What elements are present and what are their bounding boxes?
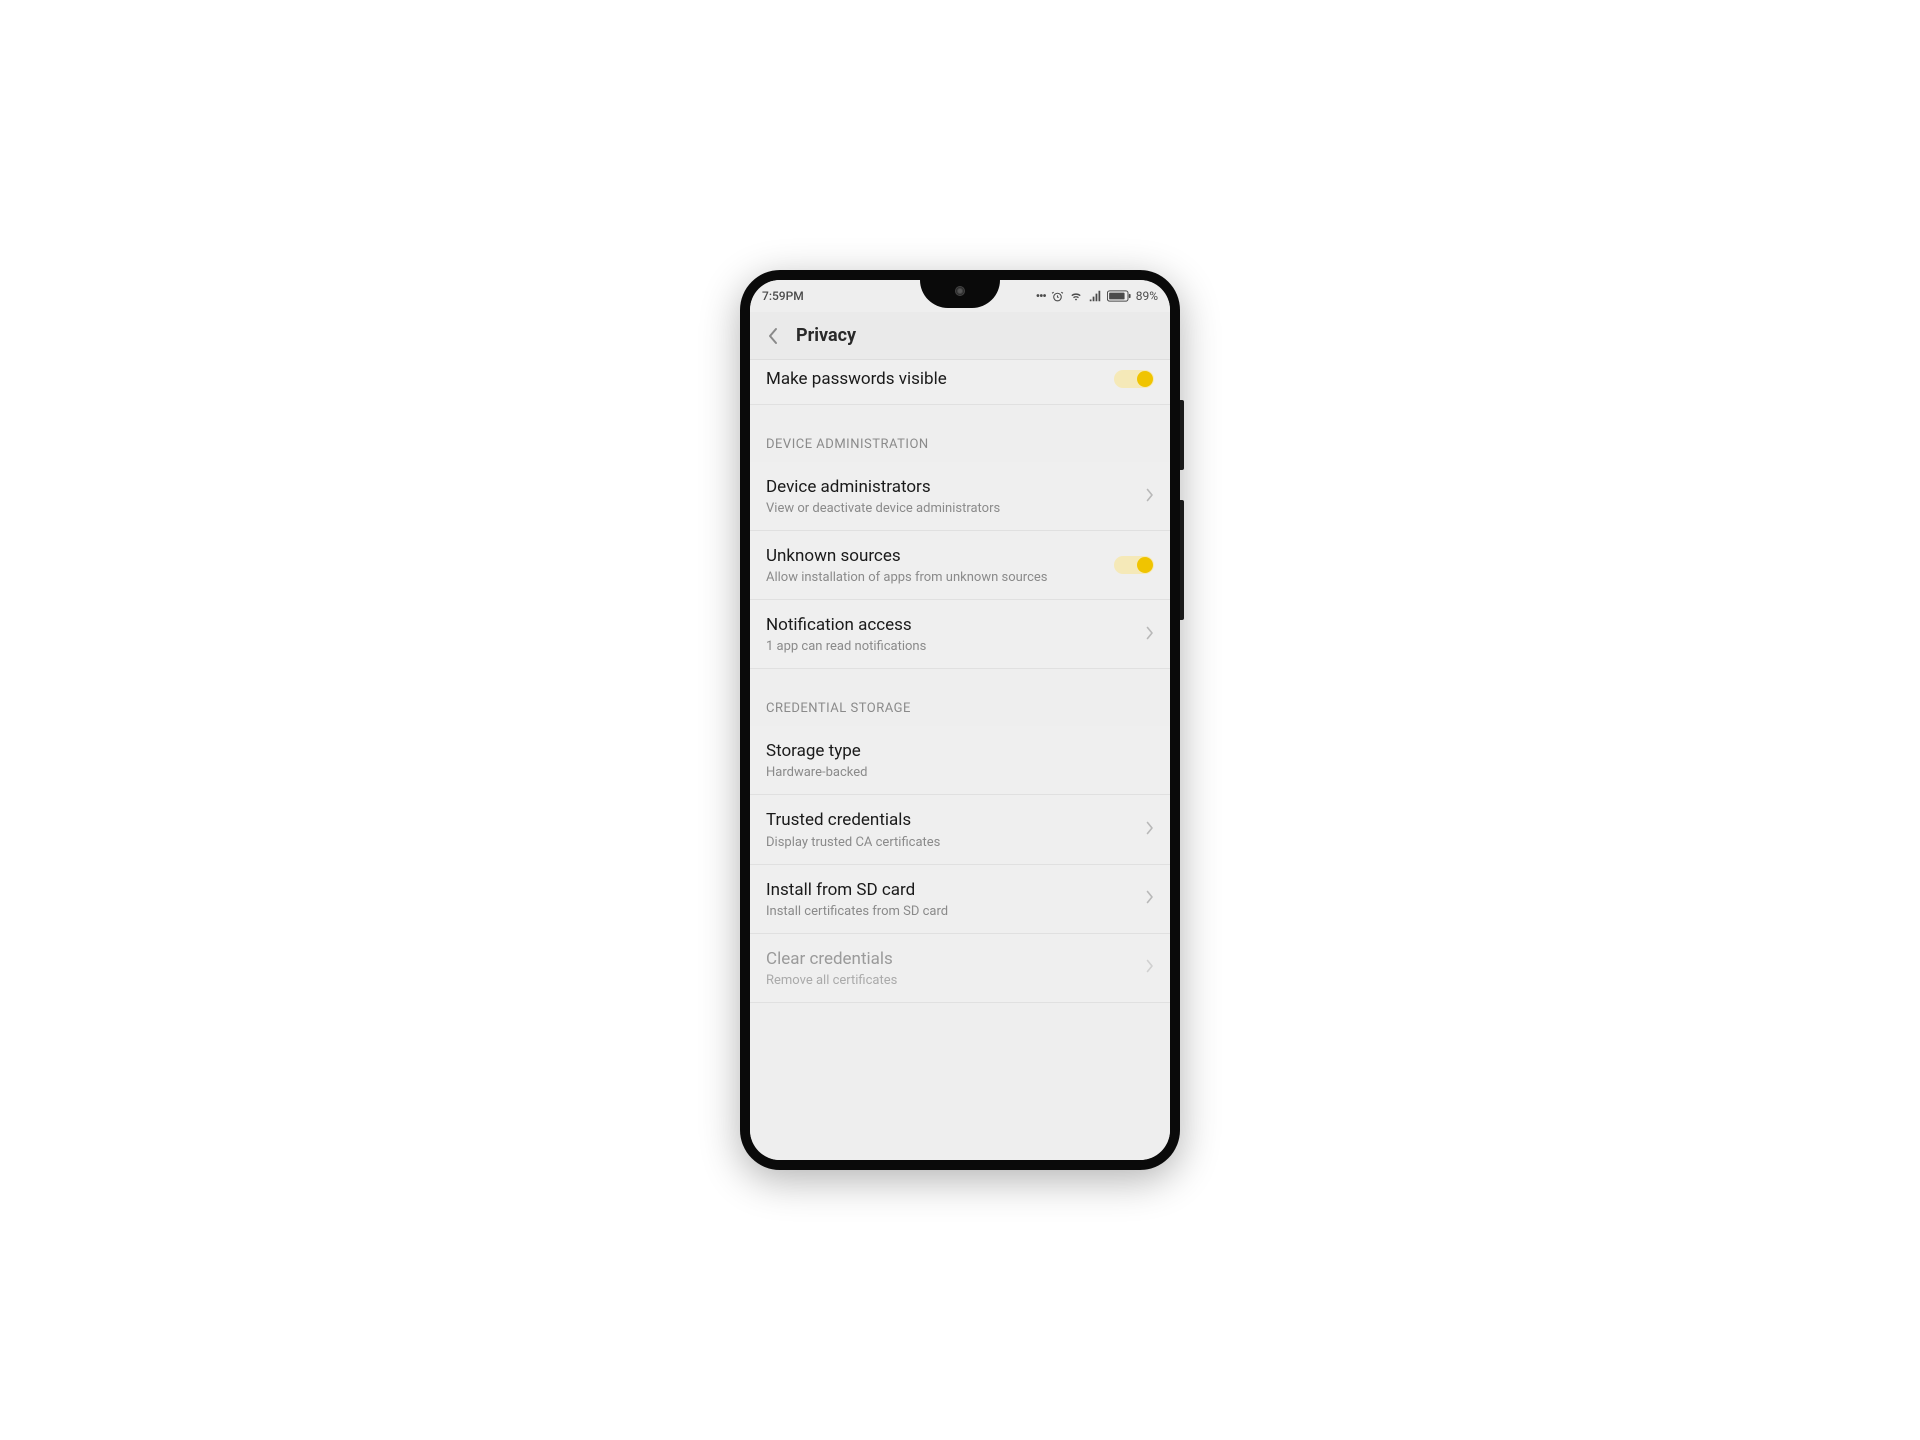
list-item-text: Trusted credentials Display trusted CA c…: [766, 809, 1138, 849]
alarm-icon: [1051, 290, 1064, 303]
chevron-right-icon: [1146, 487, 1154, 506]
item-title: Install from SD card: [766, 879, 1138, 901]
item-subtitle: Install certificates from SD card: [766, 904, 1138, 919]
list-item-text: Make passwords visible: [766, 368, 1114, 390]
trusted-credentials-item[interactable]: Trusted credentials Display trusted CA c…: [750, 795, 1170, 864]
item-title: Trusted credentials: [766, 809, 1138, 831]
item-title: Make passwords visible: [766, 368, 1114, 390]
toggle-knob: [1137, 557, 1153, 573]
screen: 7:59PM ••• 89%: [750, 280, 1170, 1160]
unknown-sources-item[interactable]: Unknown sources Allow installation of ap…: [750, 531, 1170, 600]
list-item-text: Device administrators View or deactivate…: [766, 476, 1138, 516]
chevron-left-icon: [767, 327, 778, 345]
chevron-right-icon: [1146, 820, 1154, 839]
item-subtitle: Remove all certificates: [766, 973, 1138, 988]
notification-access-item[interactable]: Notification access 1 app can read notif…: [750, 600, 1170, 669]
item-subtitle: Display trusted CA certificates: [766, 835, 1138, 850]
wifi-icon: [1069, 289, 1083, 303]
device-administrators-item[interactable]: Device administrators View or deactivate…: [750, 462, 1170, 531]
back-button[interactable]: [762, 326, 782, 346]
chevron-right-icon: [1146, 958, 1154, 977]
item-subtitle: Allow installation of apps from unknown …: [766, 570, 1114, 585]
chevron-right-icon: [1146, 889, 1154, 908]
section-header-credential-storage: CREDENTIAL STORAGE: [750, 669, 1170, 726]
make-passwords-visible-toggle[interactable]: [1114, 370, 1154, 388]
signal-icon: [1088, 289, 1102, 303]
item-title: Notification access: [766, 614, 1138, 636]
status-time: 7:59PM: [762, 289, 804, 303]
item-subtitle: View or deactivate device administrators: [766, 501, 1138, 516]
phone-side-button: [1180, 500, 1184, 620]
clear-credentials-item: Clear credentials Remove all certificate…: [750, 934, 1170, 1003]
header-bar: Privacy: [750, 312, 1170, 360]
storage-type-item[interactable]: Storage type Hardware-backed: [750, 726, 1170, 795]
page-title: Privacy: [796, 325, 856, 346]
item-subtitle: Hardware-backed: [766, 765, 1154, 780]
phone-frame: 7:59PM ••• 89%: [740, 270, 1180, 1170]
front-camera: [955, 286, 965, 296]
install-from-sd-card-item[interactable]: Install from SD card Install certificate…: [750, 865, 1170, 934]
more-icon: •••: [1036, 289, 1046, 303]
list-item-text: Unknown sources Allow installation of ap…: [766, 545, 1114, 585]
status-icons: ••• 89%: [1036, 289, 1158, 303]
item-subtitle: 1 app can read notifications: [766, 639, 1138, 654]
list-item-text: Clear credentials Remove all certificate…: [766, 948, 1138, 988]
battery-percent: 89%: [1136, 289, 1158, 303]
item-title: Clear credentials: [766, 948, 1138, 970]
toggle-knob: [1137, 371, 1153, 387]
make-passwords-visible-item[interactable]: Make passwords visible: [750, 360, 1170, 405]
unknown-sources-toggle[interactable]: [1114, 556, 1154, 574]
list-item-text: Install from SD card Install certificate…: [766, 879, 1138, 919]
battery-icon: [1107, 290, 1131, 302]
item-title: Storage type: [766, 740, 1154, 762]
item-title: Device administrators: [766, 476, 1138, 498]
list-item-text: Storage type Hardware-backed: [766, 740, 1154, 780]
item-title: Unknown sources: [766, 545, 1114, 567]
chevron-right-icon: [1146, 625, 1154, 644]
settings-list[interactable]: Make passwords visible DEVICE ADMINISTRA…: [750, 360, 1170, 1160]
phone-side-button: [1180, 400, 1184, 470]
list-item-text: Notification access 1 app can read notif…: [766, 614, 1138, 654]
section-header-device-admin: DEVICE ADMINISTRATION: [750, 405, 1170, 462]
